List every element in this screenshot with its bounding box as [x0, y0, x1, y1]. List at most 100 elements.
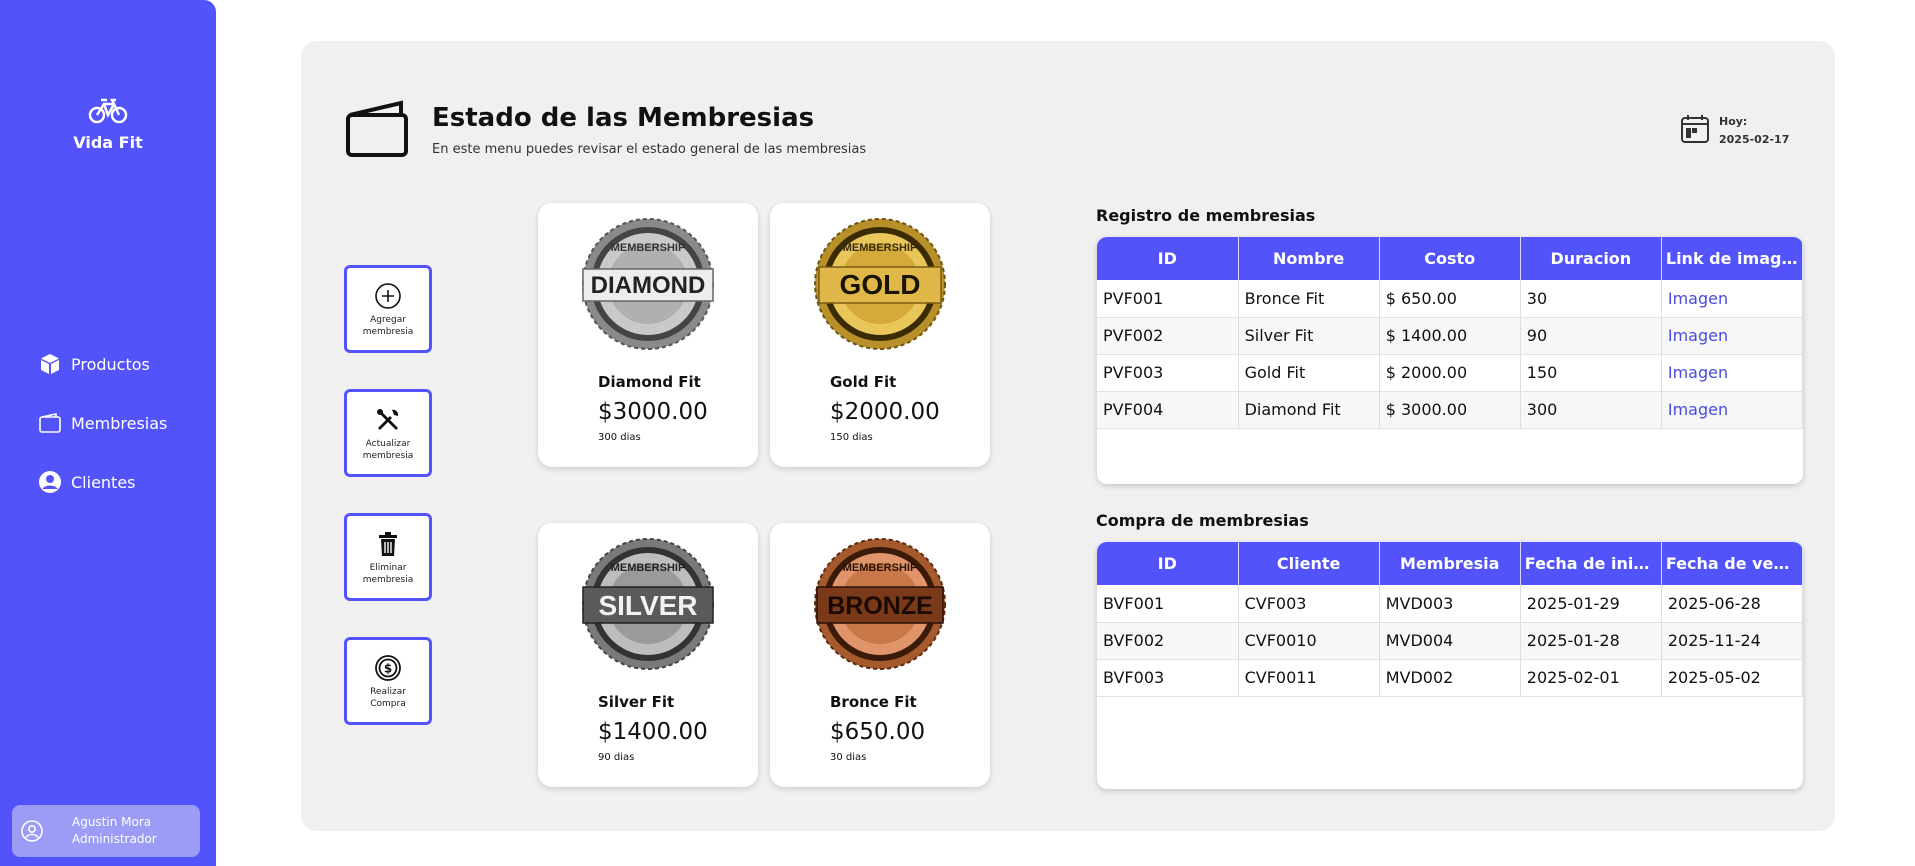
action-label-line2: membresia — [362, 327, 414, 337]
card-price: $2000.00 — [830, 399, 940, 425]
card-duration: 30 dias — [830, 752, 867, 763]
action-label-line1: Actualizar — [365, 439, 411, 449]
column-header[interactable]: Costo — [1379, 237, 1521, 280]
image-link[interactable]: Imagen — [1661, 354, 1803, 392]
membership-card-bronze[interactable]: BRONZE MEMBERSHIP Bronce Fit $650.00 30 … — [770, 523, 990, 787]
image-link[interactable]: Imagen — [1661, 280, 1803, 318]
user-name: Agustin Mora — [72, 815, 152, 829]
compra-table-container: ID Cliente Membresia Fecha de inicio Fec… — [1097, 542, 1803, 789]
column-header[interactable]: Cliente — [1238, 542, 1380, 585]
sidebar-item-productos[interactable]: Productos — [38, 352, 167, 376]
sidebar-item-membresias[interactable]: Membresias — [38, 411, 167, 435]
user-profile-card[interactable]: Agustin Mora Administrador — [12, 805, 200, 857]
action-label-line2: membresia — [362, 575, 414, 585]
image-link[interactable]: Imagen — [1661, 317, 1803, 355]
membership-card-diamond[interactable]: DIAMOND MEMBERSHIP Diamond Fit $3000.00 … — [538, 203, 758, 467]
user-avatar-icon — [21, 820, 43, 842]
silver-membership-badge: SILVER MEMBERSHIP — [582, 538, 714, 670]
membership-card-silver[interactable]: SILVER MEMBERSHIP Silver Fit $1400.00 90… — [538, 523, 758, 787]
column-header[interactable]: Fecha de inicio — [1520, 542, 1662, 585]
table-cell: CVF0011 — [1238, 659, 1380, 697]
table-cell: BVF001 — [1097, 585, 1239, 623]
brand: Vida Fit — [0, 95, 216, 152]
card-name: Bronce Fit — [830, 693, 917, 711]
table-cell: 2025-02-01 — [1520, 659, 1662, 697]
sidebar-item-clientes[interactable]: Clientes — [38, 470, 167, 494]
table-cell: Silver Fit — [1238, 317, 1380, 355]
gold-membership-badge: GOLD MEMBERSHIP — [814, 218, 946, 350]
table-cell: 2025-01-28 — [1520, 622, 1662, 660]
compra-title: Compra de membresias — [1096, 511, 1309, 530]
table-cell: $ 2000.00 — [1379, 354, 1521, 392]
registro-title: Registro de membresias — [1096, 206, 1316, 225]
delete-membership-button[interactable]: Eliminar membresia — [344, 513, 432, 601]
page-title: Estado de las Membresias — [432, 103, 815, 133]
badge-text: SILVER — [598, 590, 697, 621]
table-row[interactable]: PVF003 Gold Fit $ 2000.00 150 Imagen — [1097, 354, 1803, 392]
sidebar-nav: Productos Membresias Clientes — [38, 352, 167, 529]
table-row[interactable]: BVF002 CVF0010 MVD004 2025-01-28 2025-11… — [1097, 622, 1803, 660]
table-header-row: ID Nombre Costo Duracion Link de imagen — [1097, 237, 1803, 280]
card-name: Diamond Fit — [598, 373, 701, 391]
card-name: Gold Fit — [830, 373, 897, 391]
card-price: $3000.00 — [598, 399, 708, 425]
table-cell: 2025-05-02 — [1661, 659, 1803, 697]
wallet-icon — [39, 413, 61, 433]
table-cell: PVF001 — [1097, 280, 1239, 318]
sidebar-item-label: Productos — [71, 354, 150, 374]
column-header[interactable]: Link de imagen — [1661, 237, 1803, 280]
today-label: Hoy: — [1719, 115, 1748, 128]
add-membership-button[interactable]: Agregar membresia — [344, 265, 432, 353]
table-row[interactable]: PVF001 Bronce Fit $ 650.00 30 Imagen — [1097, 280, 1803, 318]
bicycle-icon — [88, 98, 128, 124]
update-membership-button[interactable]: Actualizar membresia — [344, 389, 432, 477]
column-header[interactable]: ID — [1097, 237, 1239, 280]
plus-circle-icon — [375, 283, 401, 309]
today-date: Hoy: 2025-02-17 — [1679, 113, 1789, 149]
table-row[interactable]: BVF001 CVF003 MVD003 2025-01-29 2025-06-… — [1097, 585, 1803, 623]
sidebar-item-label: Membresias — [71, 413, 168, 433]
image-link[interactable]: Imagen — [1661, 391, 1803, 429]
badge-arc-text: MEMBERSHIP — [611, 562, 686, 574]
column-header[interactable]: Nombre — [1238, 237, 1380, 280]
column-header[interactable]: Membresia — [1379, 542, 1521, 585]
table-row[interactable]: PVF002 Silver Fit $ 1400.00 90 Imagen — [1097, 317, 1803, 355]
table-cell: CVF0010 — [1238, 622, 1380, 660]
card-duration: 150 dias — [830, 432, 873, 443]
table-row[interactable]: PVF004 Diamond Fit $ 3000.00 300 Imagen — [1097, 391, 1803, 429]
registro-table: ID Nombre Costo Duracion Link de imagen … — [1097, 237, 1803, 429]
action-label-line1: Realizar — [370, 687, 406, 697]
table-cell: $ 3000.00 — [1379, 391, 1521, 429]
calendar-icon — [1681, 115, 1709, 143]
table-cell: 90 — [1520, 317, 1662, 355]
badge-arc-text: MEMBERSHIP — [843, 562, 918, 574]
tools-icon — [377, 409, 399, 430]
table-row[interactable]: BVF003 CVF0011 MVD002 2025-02-01 2025-05… — [1097, 659, 1803, 697]
compra-table: ID Cliente Membresia Fecha de inicio Fec… — [1097, 542, 1803, 697]
membership-card-gold[interactable]: GOLD MEMBERSHIP Gold Fit $2000.00 150 di… — [770, 203, 990, 467]
table-cell: PVF004 — [1097, 391, 1239, 429]
table-cell: $ 1400.00 — [1379, 317, 1521, 355]
box-icon — [41, 354, 59, 374]
table-cell: 2025-11-24 — [1661, 622, 1803, 660]
card-price: $1400.00 — [598, 719, 708, 745]
table-cell: PVF003 — [1097, 354, 1239, 392]
column-header[interactable]: Duracion — [1520, 237, 1662, 280]
column-header[interactable]: Fecha de ven... — [1661, 542, 1803, 585]
table-cell: 2025-06-28 — [1661, 585, 1803, 623]
purchase-button[interactable]: $ Realizar Compra — [344, 637, 432, 725]
action-label-line2: Compra — [370, 699, 406, 709]
table-cell: PVF002 — [1097, 317, 1239, 355]
today-value: 2025-02-17 — [1719, 133, 1790, 146]
card-name: Silver Fit — [598, 693, 675, 711]
column-header[interactable]: ID — [1097, 542, 1239, 585]
registro-table-container: ID Nombre Costo Duracion Link de imagen … — [1097, 237, 1803, 484]
dollar-circle-icon: $ — [375, 655, 401, 681]
card-duration: 90 dias — [598, 752, 635, 763]
table-cell: BVF003 — [1097, 659, 1239, 697]
badge-arc-text: MEMBERSHIP — [611, 242, 686, 254]
table-header-row: ID Cliente Membresia Fecha de inicio Fec… — [1097, 542, 1803, 585]
sidebar: Vida Fit Productos Membresias Clientes A… — [0, 0, 216, 866]
brand-name: Vida Fit — [73, 133, 143, 152]
table-cell: Gold Fit — [1238, 354, 1380, 392]
